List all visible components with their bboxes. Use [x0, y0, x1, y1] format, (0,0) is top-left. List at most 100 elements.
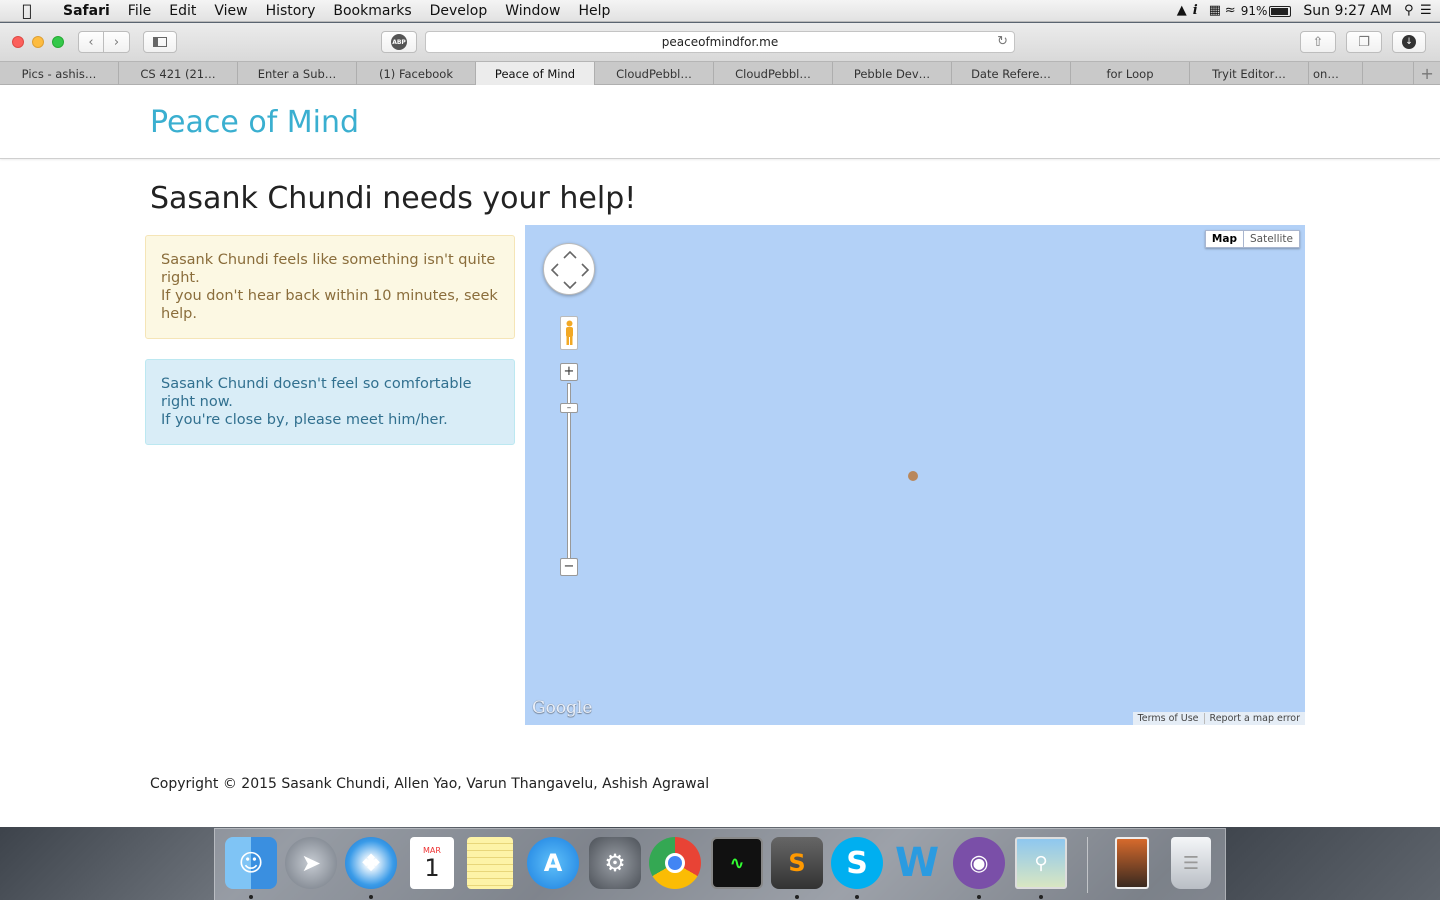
sidebar-icon — [153, 37, 167, 47]
downloads-stack-icon[interactable] — [1115, 837, 1149, 889]
menu-develop[interactable]: Develop — [421, 3, 497, 19]
street-view-pegman[interactable] — [560, 316, 578, 350]
skype-icon[interactable]: S — [831, 837, 883, 889]
menu-window[interactable]: Window — [496, 3, 569, 19]
finder-icon[interactable]: ☺ — [225, 837, 277, 889]
google-drive-icon[interactable]: ▲ — [1171, 4, 1187, 18]
download-icon: ↓ — [1402, 35, 1416, 49]
activity-monitor-icon[interactable]: ∿ — [711, 837, 763, 889]
nav-buttons: ‹ › — [78, 31, 130, 53]
menu-file[interactable]: File — [119, 3, 160, 19]
address-bar[interactable]: peaceofmindfor.me ↻ — [425, 31, 1015, 53]
terms-of-use-link[interactable]: Terms of Use — [1133, 713, 1204, 724]
tab-facebook[interactable]: (1) Facebook — [357, 62, 476, 85]
clock[interactable]: Sun 9:27 AM — [1297, 3, 1398, 19]
tab-peace-of-mind[interactable]: Peace of Mind — [476, 62, 595, 85]
map-type-map-button[interactable]: Map — [1204, 230, 1244, 248]
window-controls — [12, 36, 64, 48]
map-attribution: Terms of Use Report a map error — [1132, 712, 1305, 725]
pegman-icon — [566, 320, 573, 345]
forward-button[interactable]: › — [104, 31, 130, 53]
menu-view[interactable]: View — [205, 3, 256, 19]
spotlight-search-icon[interactable]: ⚲ — [1398, 4, 1414, 18]
tab-enter-sub[interactable]: Enter a Sub… — [238, 62, 357, 85]
notes-icon[interactable] — [467, 837, 513, 889]
warning-message: Sasank Chundi feels like something isn't… — [161, 252, 496, 286]
close-window-button[interactable] — [12, 36, 24, 48]
launchpad-icon[interactable]: ➤ — [285, 837, 337, 889]
footer-copyright: Copyright © 2015 Sasank Chundi, Allen Ya… — [150, 776, 710, 792]
sublime-text-icon[interactable]: S — [771, 837, 823, 889]
report-map-error-link[interactable]: Report a map error — [1203, 713, 1305, 724]
tab-pics[interactable]: Pics - ashis… — [0, 62, 119, 85]
plus-icon: + — [563, 364, 575, 379]
word-icon[interactable]: W — [891, 837, 943, 889]
running-indicator — [1039, 895, 1043, 899]
system-preferences-icon[interactable]: ⚙ — [589, 837, 641, 889]
location-marker[interactable] — [908, 471, 918, 481]
tab-bar: Pics - ashis… CS 421 (21… Enter a Sub… (… — [0, 61, 1440, 85]
notification-center-icon[interactable]: ☰ — [1414, 4, 1432, 18]
apple-menu-icon[interactable]:  — [0, 1, 54, 20]
github-icon[interactable]: ◉ — [953, 837, 1005, 889]
pan-control[interactable] — [543, 243, 595, 295]
new-tab-button[interactable]: + — [1414, 62, 1440, 85]
calendar-icon[interactable]: MAR 1 — [410, 837, 454, 889]
wifi-icon[interactable]: ≈ — [1219, 4, 1236, 18]
tab-cloudpebble-2[interactable]: CloudPebbl… — [714, 62, 833, 85]
safari-icon[interactable]: ❖ — [345, 837, 397, 889]
map-type-satellite-button[interactable]: Satellite — [1243, 230, 1300, 248]
adblock-icon: ABP — [391, 34, 407, 50]
show-all-tabs-button[interactable]: ❐ — [1346, 31, 1382, 53]
chevron-right-icon: › — [113, 34, 120, 50]
share-button[interactable]: ⇧ — [1300, 31, 1336, 53]
preview-icon[interactable]: ⚲ — [1015, 837, 1067, 889]
grip-icon: – — [566, 403, 572, 413]
tab-overflow[interactable]: on… — [1309, 62, 1363, 85]
reload-icon[interactable]: ↻ — [997, 34, 1008, 49]
zoom-slider-handle[interactable]: – — [560, 403, 578, 413]
google-map[interactable]: Map Satellite + – − Google Terms of Use … — [525, 225, 1305, 725]
dock-separator — [1087, 837, 1088, 893]
menu-bar:  Safari File Edit View History Bookmark… — [0, 0, 1440, 22]
app-store-icon[interactable]: A — [527, 837, 579, 889]
tab-cloudpebble-1[interactable]: CloudPebbl… — [595, 62, 714, 85]
minimize-window-button[interactable] — [32, 36, 44, 48]
adblock-button[interactable]: ABP — [381, 31, 417, 53]
browser-toolbar: ‹ › ABP peaceofmindfor.me ↻ ⇧ ❐ ↓ — [0, 23, 1440, 61]
back-button[interactable]: ‹ — [78, 31, 104, 53]
chevron-left-icon: ‹ — [88, 34, 94, 50]
zoom-in-button[interactable]: + — [560, 363, 578, 381]
info-message: Sasank Chundi doesn't feel so comfortabl… — [161, 376, 472, 410]
battery-icon[interactable] — [1269, 3, 1297, 19]
menu-help[interactable]: Help — [569, 3, 619, 19]
tab-tryit-editor[interactable]: Tryit Editor… — [1190, 62, 1309, 85]
running-indicator — [855, 895, 859, 899]
site-brand-link[interactable]: Peace of Mind — [150, 105, 359, 140]
tab-for-loop[interactable]: for Loop — [1071, 62, 1190, 85]
downloads-button[interactable]: ↓ — [1392, 31, 1426, 53]
running-indicator — [795, 895, 799, 899]
warning-alert: Sasank Chundi feels like something isn't… — [145, 235, 515, 339]
screen-share-icon[interactable]: ▦ — [1203, 4, 1221, 18]
info-instruction: If you're close by, please meet him/her. — [161, 412, 448, 428]
fullscreen-window-button[interactable] — [52, 36, 64, 48]
menu-history[interactable]: History — [257, 3, 325, 19]
tab-cs421[interactable]: CS 421 (21… — [119, 62, 238, 85]
dock: ☺ ➤ ❖ MAR 1 A ⚙ ∿ S S W ◉ ⚲ ☰ — [214, 828, 1226, 900]
page-title: Sasank Chundi needs your help! — [150, 181, 637, 216]
tab-pebble-dev[interactable]: Pebble Dev… — [833, 62, 952, 85]
zoom-out-button[interactable]: − — [560, 558, 578, 576]
menu-bookmarks[interactable]: Bookmarks — [324, 3, 420, 19]
google-logo[interactable]: Google — [532, 698, 592, 718]
menu-edit[interactable]: Edit — [160, 3, 205, 19]
info-icon[interactable]: i — [1187, 4, 1203, 18]
warning-instruction: If you don't hear back within 10 minutes… — [161, 288, 498, 322]
running-indicator — [369, 895, 373, 899]
tab-date-reference[interactable]: Date Refere… — [952, 62, 1071, 85]
menu-app[interactable]: Safari — [54, 3, 119, 19]
trash-icon[interactable]: ☰ — [1171, 837, 1211, 889]
sidebar-toggle-button[interactable] — [143, 31, 177, 53]
tab-empty — [1363, 62, 1415, 85]
chrome-icon[interactable] — [649, 837, 701, 889]
